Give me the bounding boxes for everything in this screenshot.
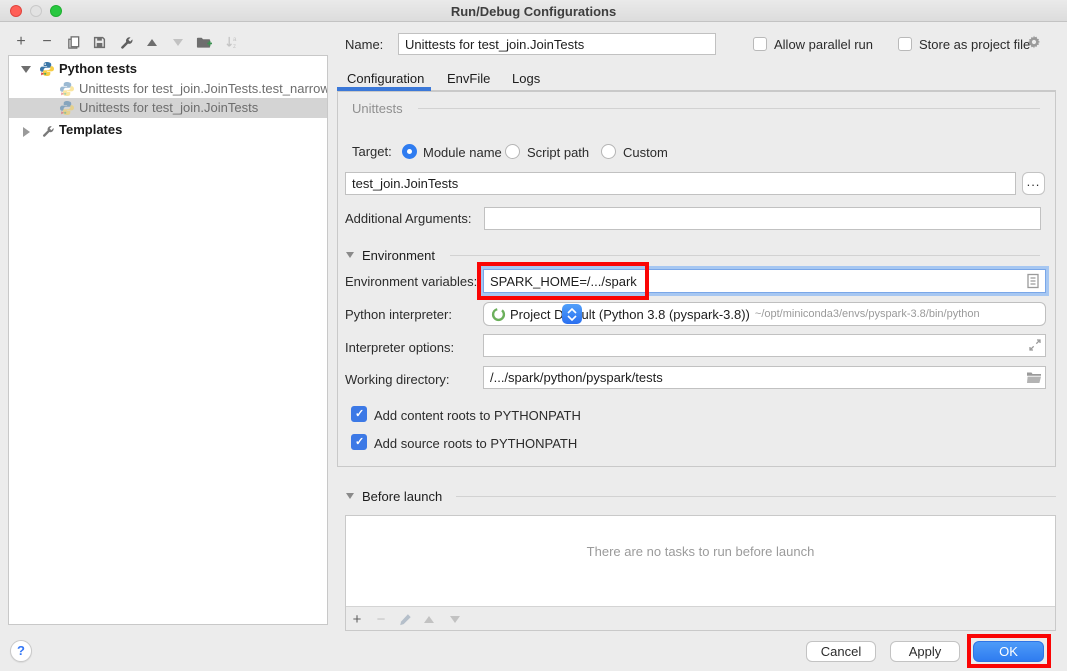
environment-section-rule xyxy=(450,255,1040,256)
tree-item-unittests-jointests-selected[interactable]: Unittests for test_join.JoinTests xyxy=(9,98,327,118)
environment-collapse-icon[interactable] xyxy=(346,252,354,258)
gear-icon[interactable] xyxy=(1026,34,1042,50)
radio-script-path[interactable] xyxy=(505,144,520,159)
combobox-stepper-icon[interactable] xyxy=(562,304,582,324)
task-list-toolbar: + − xyxy=(346,606,1055,630)
add-content-roots-checkbox[interactable] xyxy=(351,406,367,422)
save-configuration-icon[interactable] xyxy=(90,33,108,51)
allow-parallel-run-label: Allow parallel run xyxy=(774,37,873,52)
tree-item-label: Unittests for test_join.JoinTests.test_n… xyxy=(79,79,327,99)
tab-envfile[interactable]: EnvFile xyxy=(447,71,490,86)
expander-down-icon[interactable] xyxy=(21,66,37,79)
svg-text:z: z xyxy=(232,43,235,50)
move-down-icon[interactable] xyxy=(169,33,187,51)
expand-field-icon[interactable] xyxy=(1028,338,1042,352)
window-title: Run/Debug Configurations xyxy=(0,4,1067,19)
tree-item-unittests-test-narrow[interactable]: Unittests for test_join.JoinTests.test_n… xyxy=(9,79,327,99)
unittests-group-label: Unittests xyxy=(352,101,403,116)
radio-custom[interactable] xyxy=(601,144,616,159)
remove-task-icon: − xyxy=(372,610,390,628)
target-label: Target: xyxy=(352,144,392,159)
before-launch-collapse-icon[interactable] xyxy=(346,493,354,499)
tree-item-label: Unittests for test_join.JoinTests xyxy=(79,98,258,118)
cancel-button[interactable]: Cancel xyxy=(806,641,876,662)
move-task-down-icon xyxy=(446,610,464,628)
no-tasks-message: There are no tasks to run before launch xyxy=(346,544,1055,559)
radio-module-name[interactable] xyxy=(402,144,417,159)
title-bar: Run/Debug Configurations xyxy=(0,0,1067,22)
annotation-highlight-env-vars xyxy=(477,262,649,300)
move-task-up-icon xyxy=(420,610,438,628)
module-name-input[interactable] xyxy=(345,172,1016,195)
help-button[interactable]: ? xyxy=(10,640,32,662)
tab-configuration[interactable]: Configuration xyxy=(347,71,424,86)
templates-wrench-icon xyxy=(41,124,57,140)
run-debug-configurations-dialog: Run/Debug Configurations + − az Python t… xyxy=(0,0,1067,671)
additional-arguments-input[interactable] xyxy=(484,207,1041,230)
python-tests-icon xyxy=(39,61,55,77)
additional-arguments-label: Additional Arguments: xyxy=(345,211,471,226)
allow-parallel-run-checkbox[interactable] xyxy=(753,37,767,51)
apply-button[interactable]: Apply xyxy=(890,641,960,662)
radio-custom-label: Custom xyxy=(623,145,668,160)
python-interpreter-value: Project Default (Python 3.8 (pyspark-3.8… xyxy=(510,307,750,322)
conda-environment-icon xyxy=(491,307,506,322)
new-folder-icon[interactable] xyxy=(195,33,213,51)
add-task-icon[interactable]: + xyxy=(348,610,366,628)
add-configuration-icon[interactable]: + xyxy=(12,33,30,51)
name-input[interactable] xyxy=(398,33,716,55)
expander-right-icon[interactable] xyxy=(23,127,39,140)
environment-variables-label: Environment variables: xyxy=(345,274,477,289)
unittests-group-rule xyxy=(418,108,1040,109)
interpreter-options-input[interactable] xyxy=(483,334,1046,357)
environment-section-label: Environment xyxy=(362,248,435,263)
remove-configuration-icon[interactable]: − xyxy=(38,33,56,51)
tree-item-label: Templates xyxy=(59,120,122,140)
store-as-project-file-checkbox[interactable] xyxy=(898,37,912,51)
svg-text:a: a xyxy=(232,36,236,43)
edit-task-pencil-icon xyxy=(396,610,414,628)
working-directory-label: Working directory: xyxy=(345,372,450,387)
browse-folder-icon[interactable] xyxy=(1026,371,1042,384)
annotation-highlight-ok-button xyxy=(967,634,1051,668)
copy-configuration-icon[interactable] xyxy=(64,33,82,51)
python-interpreter-label: Python interpreter: xyxy=(345,307,452,322)
tree-item-python-tests[interactable]: Python tests xyxy=(9,59,327,79)
before-launch-task-list: There are no tasks to run before launch … xyxy=(345,515,1056,631)
working-directory-input[interactable] xyxy=(483,366,1046,389)
interpreter-options-label: Interpreter options: xyxy=(345,340,454,355)
tree-item-templates[interactable]: Templates xyxy=(9,120,327,140)
browse-module-button[interactable]: ... xyxy=(1022,172,1045,195)
before-launch-section-label: Before launch xyxy=(362,489,442,504)
radio-module-name-label: Module name xyxy=(423,145,502,160)
edit-templates-wrench-icon[interactable] xyxy=(117,33,135,51)
move-up-icon[interactable] xyxy=(143,33,161,51)
radio-script-path-label: Script path xyxy=(527,145,589,160)
add-source-roots-checkbox[interactable] xyxy=(351,434,367,450)
store-as-project-file-label: Store as project file xyxy=(919,37,1030,52)
configurations-tree: Python tests Unittests for test_join.Joi… xyxy=(8,55,328,625)
add-content-roots-label: Add content roots to PYTHONPATH xyxy=(374,408,581,423)
name-label: Name: xyxy=(345,37,383,52)
tab-logs[interactable]: Logs xyxy=(512,71,540,86)
python-test-config-icon xyxy=(59,81,75,97)
python-interpreter-path: ~/opt/miniconda3/envs/pyspark-3.8/bin/py… xyxy=(755,308,980,320)
before-launch-section-rule xyxy=(456,496,1056,497)
browse-env-vars-icon[interactable] xyxy=(1026,273,1040,289)
tree-item-label: Python tests xyxy=(59,59,137,79)
sort-configurations-icon: az xyxy=(223,33,241,51)
add-source-roots-label: Add source roots to PYTHONPATH xyxy=(374,436,577,451)
python-test-config-icon xyxy=(59,100,75,116)
